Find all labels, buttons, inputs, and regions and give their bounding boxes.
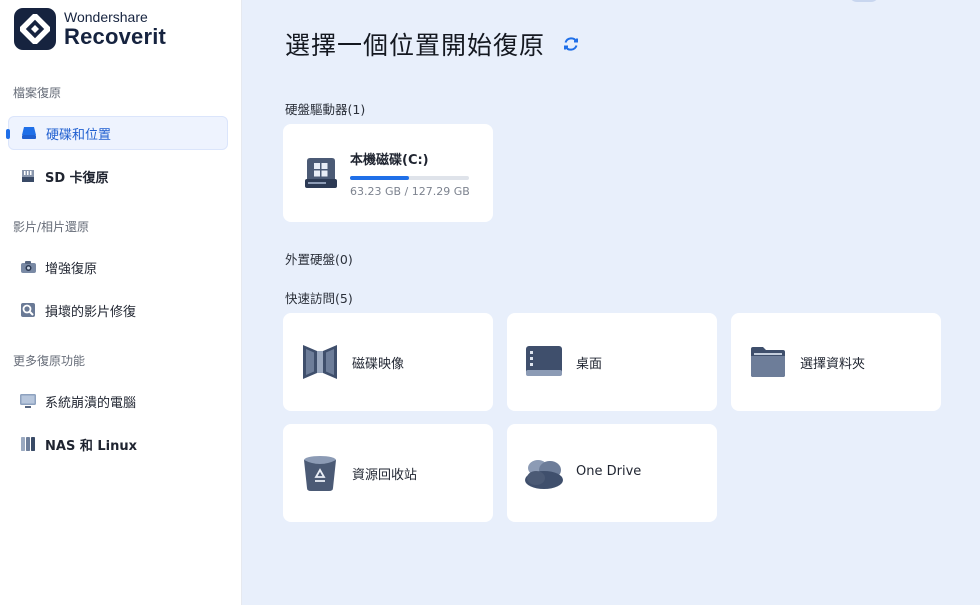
sidebar-item-sd-card[interactable]: SD 卡復原 (8, 159, 228, 193)
desktop-icon (525, 343, 563, 381)
sidebar-item-label: 損壞的影片修復 (45, 304, 137, 320)
recoverit-logo-icon (14, 8, 56, 50)
section-label-file-recovery: 檔案復原 (13, 86, 62, 100)
card-label: 選擇資料夾 (800, 357, 866, 372)
top-decoration (849, 0, 879, 2)
quick-access-onedrive[interactable]: One Drive (507, 424, 717, 522)
recycle-bin-icon (301, 454, 339, 492)
quick-access-recycle-bin[interactable]: 資源回收站 (283, 424, 493, 522)
camera-icon (19, 258, 37, 276)
section-label-video-photo: 影片/相片還原 (13, 220, 90, 234)
monitor-icon (19, 392, 37, 410)
quick-access-label: 快速訪問(5) (285, 291, 353, 306)
quick-access-select-folder[interactable]: 選擇資料夾 (731, 313, 941, 411)
sidebar-item-crashed-computer[interactable]: 系統崩潰的電腦 (8, 384, 228, 418)
sidebar-item-enhanced-recovery[interactable]: 增強復原 (8, 250, 228, 284)
sidebar-item-label: 硬碟和位置 (46, 127, 112, 143)
drive-size: 63.23 GB / 127.29 GB (350, 185, 470, 198)
sidebar-item-hard-drive[interactable]: 硬碟和位置 (6, 116, 228, 150)
brand-top-text: Wondershare (64, 9, 148, 25)
folder-icon (749, 343, 787, 381)
card-label: 磁碟映像 (352, 357, 405, 372)
sidebar: Wondershare Recoverit 檔案復原 硬碟和位置 SD 卡復原 … (0, 0, 242, 605)
active-indicator (6, 129, 10, 139)
quick-access-disk-image[interactable]: 磁碟映像 (283, 313, 493, 411)
disk-image-icon (301, 343, 339, 381)
card-label: 資源回收站 (352, 468, 418, 483)
windows-drive-icon (302, 154, 340, 192)
sidebar-item-label: NAS 和 Linux (45, 438, 137, 454)
card-label: One Drive (576, 464, 642, 479)
card-label: 桌面 (576, 357, 603, 372)
sidebar-item-label: 增強復原 (45, 261, 98, 277)
hard-drives-label: 硬盤驅動器(1) (285, 102, 366, 117)
external-drives-label: 外置硬盤(0) (285, 252, 353, 267)
section-label-more-recovery: 更多復原功能 (13, 354, 86, 368)
sidebar-item-label: SD 卡復原 (45, 170, 109, 186)
page-title: 選擇一個位置開始復原 (285, 31, 546, 60)
drive-usage-fill (350, 176, 410, 180)
video-repair-icon (19, 301, 37, 319)
hard-drive-icon (20, 124, 38, 142)
sd-card-icon (19, 167, 37, 185)
sidebar-item-label: 系統崩潰的電腦 (45, 395, 137, 411)
sidebar-item-video-repair[interactable]: 損壞的影片修復 (8, 293, 228, 327)
nas-icon (19, 435, 37, 453)
sidebar-item-nas-linux[interactable]: NAS 和 Linux (8, 427, 228, 461)
refresh-icon[interactable] (561, 34, 581, 54)
main-panel: 選擇一個位置開始復原 硬盤驅動器(1) 本機磁碟(C:) 63.23 GB / … (243, 0, 980, 605)
brand: Wondershare Recoverit (14, 8, 166, 50)
drive-card-c[interactable]: 本機磁碟(C:) 63.23 GB / 127.29 GB (283, 124, 493, 222)
drive-usage-bar (350, 176, 469, 180)
brand-name: Recoverit (64, 24, 167, 49)
quick-access-desktop[interactable]: 桌面 (507, 313, 717, 411)
drive-name: 本機磁碟(C:) (350, 153, 429, 168)
onedrive-icon (523, 454, 565, 492)
